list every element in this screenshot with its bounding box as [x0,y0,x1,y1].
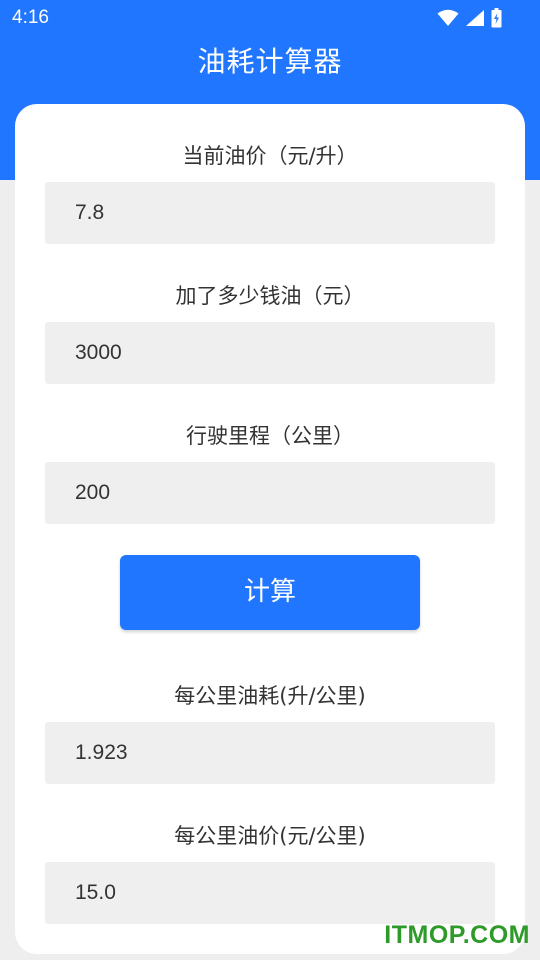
calculate-button[interactable]: 计算 [120,555,420,630]
price-input[interactable]: 7.8 [45,182,495,244]
money-input[interactable]: 3000 [45,322,495,384]
battery-icon [491,8,502,28]
cost-label: 每公里油价(元/公里) [174,824,366,848]
calculator-card: 当前油价（元/升） 7.8 加了多少钱油（元） 3000 行驶里程（公里） 20… [15,104,525,954]
status-bar: 4:16 [0,0,540,38]
app-title: 油耗计算器 [197,45,343,78]
distance-input[interactable]: 200 [45,462,495,524]
consumption-label: 每公里油耗(升/公里) [174,684,366,708]
money-label: 加了多少钱油（元） [175,284,365,308]
consumption-result[interactable]: 1.923 [45,722,495,784]
cost-result[interactable]: 15.0 [45,862,495,924]
wifi-icon [437,9,459,26]
status-time: 4:16 [12,7,49,28]
watermark-logo: ITMOP.COM [384,921,530,949]
cell-signal-icon [466,10,484,26]
price-label: 当前油价（元/升） [182,144,358,168]
distance-label: 行驶里程（公里） [186,424,354,448]
status-icons [437,8,502,28]
